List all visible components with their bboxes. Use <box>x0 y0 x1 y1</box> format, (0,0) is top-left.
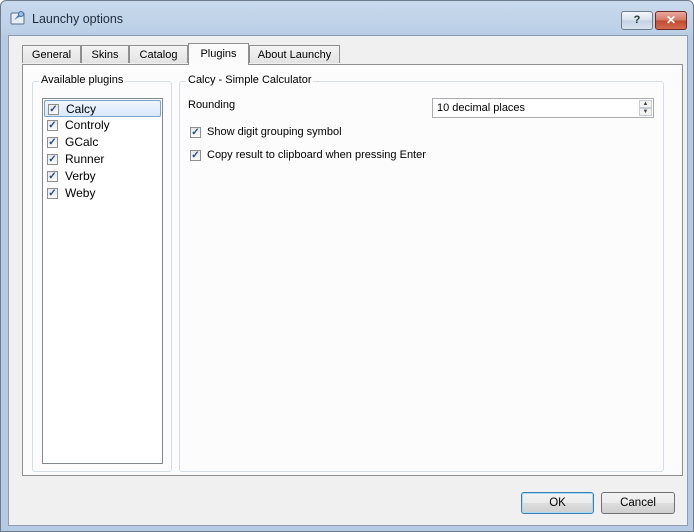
plugin-item-gcalc[interactable]: ✓ GCalc <box>44 134 161 151</box>
plugin-checkbox-weby[interactable]: ✓ <box>47 188 58 199</box>
title-bar[interactable]: Launchy options ? ✕ <box>1 1 693 37</box>
plugin-item-label: Calcy <box>66 102 97 116</box>
rounding-value: 10 decimal places <box>437 102 526 114</box>
tab-catalog[interactable]: Catalog <box>129 45 188 63</box>
rounding-label: Rounding <box>188 99 236 111</box>
rounding-spinbox[interactable]: 10 decimal places ▲ ▼ <box>432 98 654 118</box>
plugins-list[interactable]: ✓ Calcy ✓ Controly ✓ GCalc ✓ Runner ✓ Ve… <box>42 98 163 464</box>
copy-clipboard-label: Copy result to clipboard when pressing E… <box>207 149 426 161</box>
options-window: Launchy options ? ✕ General Skins Catalo… <box>0 0 694 532</box>
digit-grouping-label: Show digit grouping symbol <box>207 126 342 138</box>
plugin-item-label: Runner <box>65 152 105 166</box>
close-button[interactable]: ✕ <box>655 11 687 30</box>
plugin-item-runner[interactable]: ✓ Runner <box>44 151 161 168</box>
tab-general[interactable]: General <box>22 45 81 63</box>
plugins-tab-panel: Available plugins ✓ Calcy ✓ Controly ✓ G… <box>22 64 683 476</box>
tab-plugins[interactable]: Plugins <box>188 43 249 65</box>
plugin-checkbox-verby[interactable]: ✓ <box>47 171 58 182</box>
plugin-item-label: Verby <box>65 169 96 183</box>
calcy-settings-title: Calcy - Simple Calculator <box>186 74 314 86</box>
digit-grouping-checkbox[interactable]: ✓ <box>190 127 201 138</box>
plugin-item-calcy[interactable]: ✓ Calcy <box>44 100 161 117</box>
tab-skins[interactable]: Skins <box>81 45 129 63</box>
plugin-checkbox-controly[interactable]: ✓ <box>47 120 58 131</box>
plugin-item-label: Weby <box>65 186 96 200</box>
window-title: Launchy options <box>32 12 124 26</box>
dialog-client-area: General Skins Catalog Plugins About Laun… <box>8 35 688 526</box>
ok-button[interactable]: OK <box>521 492 594 514</box>
tab-about-launchy[interactable]: About Launchy <box>249 45 340 63</box>
available-plugins-label: Available plugins <box>39 74 126 86</box>
spin-up-arrow-icon[interactable]: ▲ <box>639 100 652 108</box>
plugin-checkbox-gcalc[interactable]: ✓ <box>47 137 58 148</box>
available-plugins-group: Available plugins ✓ Calcy ✓ Controly ✓ G… <box>32 74 172 472</box>
spin-down-arrow-icon[interactable]: ▼ <box>639 108 652 116</box>
calcy-settings-group: Calcy - Simple Calculator Rounding 10 de… <box>179 74 664 472</box>
plugin-item-label: GCalc <box>65 135 99 149</box>
launchy-app-icon <box>10 11 25 25</box>
plugin-checkbox-runner[interactable]: ✓ <box>47 154 58 165</box>
cancel-button[interactable]: Cancel <box>601 492 675 514</box>
plugin-item-label: Controly <box>65 118 110 132</box>
plugin-item-weby[interactable]: ✓ Weby <box>44 185 161 202</box>
plugin-item-controly[interactable]: ✓ Controly <box>44 117 161 134</box>
plugin-checkbox-calcy[interactable]: ✓ <box>48 104 59 115</box>
copy-clipboard-checkbox[interactable]: ✓ <box>190 150 201 161</box>
help-button[interactable]: ? <box>621 11 653 30</box>
plugin-item-verby[interactable]: ✓ Verby <box>44 168 161 185</box>
